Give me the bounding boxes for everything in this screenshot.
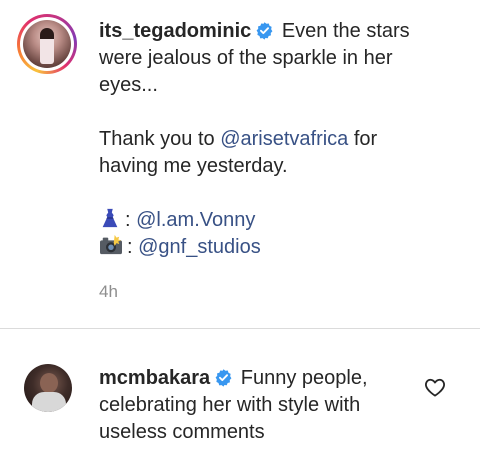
heart-icon[interactable]: [424, 377, 446, 397]
verified-badge-icon: [214, 368, 233, 395]
post-timestamp: 4h: [99, 282, 118, 301]
dress-emoji-icon: [99, 207, 121, 237]
caption-line-2: were jealous of the sparkle in her: [99, 47, 393, 69]
caption-text-line-1: Even the stars: [281, 20, 410, 42]
comment-line-1: mcmbakara Funny people,: [99, 365, 399, 392]
avatar[interactable]: [23, 20, 71, 68]
comment-item: mcmbakara Funny people, celebrating her …: [0, 329, 480, 460]
comment-line-3: useless comments: [99, 421, 265, 443]
comment-text-line-1: Funny people,: [240, 367, 368, 389]
avatar-head: [40, 373, 58, 393]
avatar-figure: [40, 28, 54, 64]
credit-photo-sep: :: [127, 236, 139, 258]
mention-arisetvafrica[interactable]: @arisetvafrica: [220, 128, 348, 150]
comment-avatar[interactable]: [24, 364, 72, 412]
comment-username[interactable]: mcmbakara: [99, 367, 210, 389]
caption-post: its_tegadominic Even the stars were jeal…: [0, 0, 480, 328]
avatar-border: [20, 17, 74, 71]
story-ring[interactable]: [17, 14, 77, 74]
camera-flash-emoji-icon: [99, 234, 123, 264]
mention-gnf-studios[interactable]: @gnf_studios: [138, 236, 261, 258]
credit-photo-line: : @gnf_studios: [99, 234, 439, 261]
caption-blank-line-2: [99, 180, 439, 207]
caption-thanks-line: Thank you to @arisetvafrica for: [99, 126, 439, 153]
comment-text: mcmbakara Funny people, celebrating her …: [99, 365, 399, 446]
mention-vonny[interactable]: @l.am.Vonny: [136, 209, 255, 231]
avatar-shirt: [32, 392, 66, 412]
caption-username[interactable]: its_tegadominic: [99, 20, 251, 42]
verified-badge-icon: [255, 21, 274, 48]
caption-thanks-line-2: having me yesterday.: [99, 155, 288, 177]
thanks-suffix: for: [348, 128, 378, 150]
comment-line-2: celebrating her with style with: [99, 394, 361, 416]
credit-dress-line: : @l.am.Vonny: [99, 207, 439, 234]
thanks-prefix: Thank you to: [99, 128, 221, 150]
caption-line-1: its_tegadominic Even the stars: [99, 18, 439, 45]
credit-dress-sep: :: [125, 209, 137, 231]
caption-line-3: eyes...: [99, 74, 158, 96]
caption-text: its_tegadominic Even the stars were jeal…: [99, 18, 439, 261]
